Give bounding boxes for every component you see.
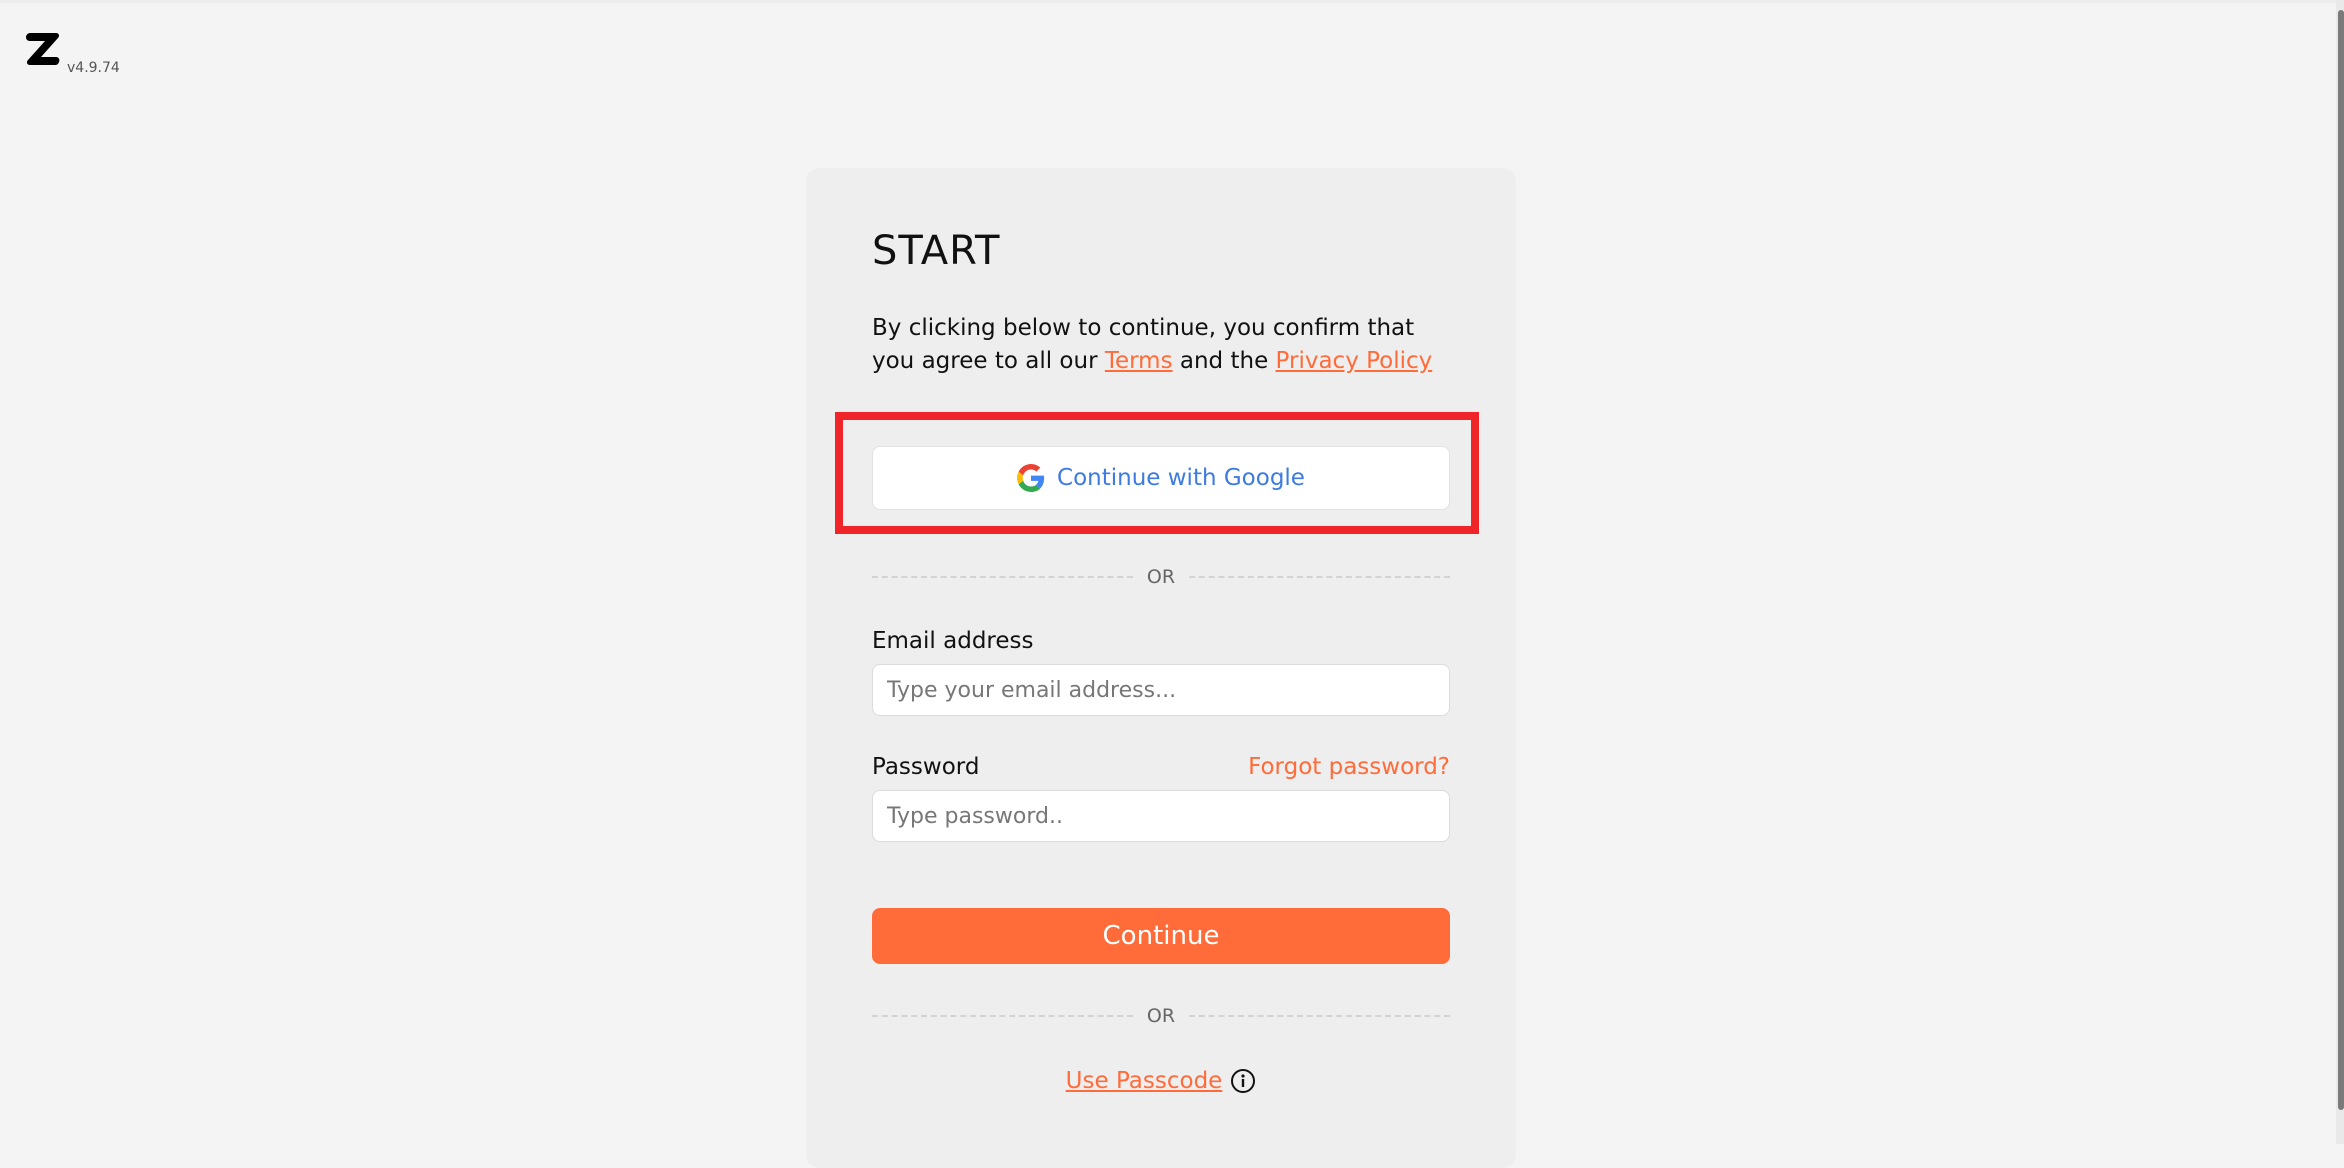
password-field[interactable] [872, 790, 1450, 842]
version-label: v4.9.74 [67, 60, 120, 76]
divider-line [872, 1015, 1133, 1017]
privacy-policy-link[interactable]: Privacy Policy [1276, 348, 1433, 374]
divider-line [1189, 1015, 1451, 1017]
email-label: Email address [872, 628, 1034, 654]
info-icon[interactable] [1230, 1068, 1256, 1094]
use-passcode-link[interactable]: Use Passcode [1066, 1068, 1223, 1094]
divider-text: OR [1146, 566, 1176, 588]
password-label: Password [872, 754, 980, 780]
passcode-row: Use Passcode [806, 1068, 1516, 1094]
google-g-icon [1017, 464, 1045, 492]
divider-line [1189, 576, 1451, 578]
consent-mid: and the [1179, 348, 1269, 374]
top-border [0, 0, 2336, 3]
terms-link[interactable]: Terms [1105, 348, 1173, 374]
google-button-label: Continue with Google [1057, 465, 1305, 491]
forgot-password-link[interactable]: Forgot password? [1248, 754, 1450, 780]
or-divider: OR [872, 562, 1451, 592]
divider-text: OR [1146, 1005, 1176, 1027]
or-divider: OR [872, 1001, 1451, 1031]
scrollbar-thumb[interactable] [2338, 10, 2344, 1110]
page-title: START [872, 228, 1001, 274]
login-card: START By clicking below to continue, you… [806, 168, 1516, 1168]
continue-button[interactable]: Continue [872, 908, 1450, 964]
consent-text: By clicking below to continue, you confi… [872, 312, 1462, 378]
email-field[interactable] [872, 664, 1450, 716]
divider-line [872, 576, 1133, 578]
continue-with-google-button[interactable]: Continue with Google [872, 446, 1450, 510]
z-logo-icon[interactable] [24, 30, 62, 68]
scrollbar[interactable] [2336, 0, 2344, 1144]
